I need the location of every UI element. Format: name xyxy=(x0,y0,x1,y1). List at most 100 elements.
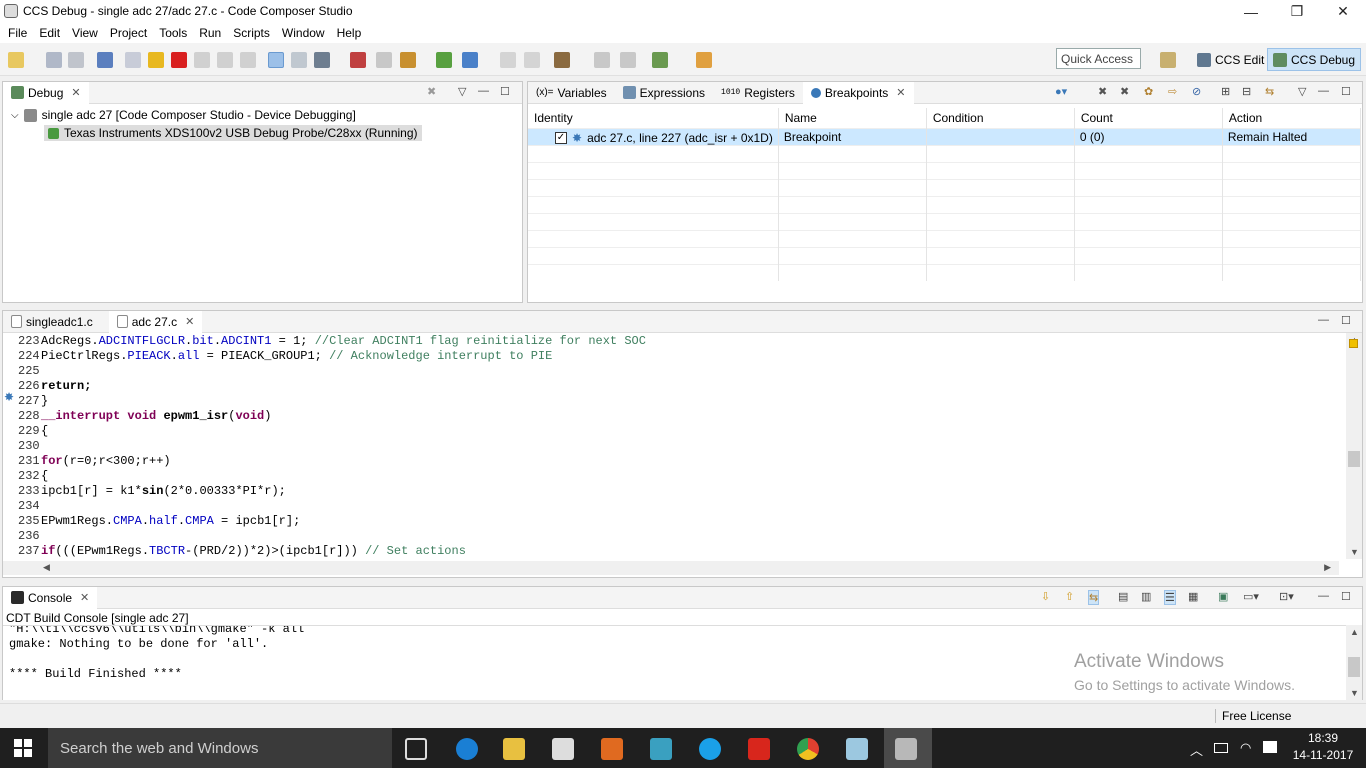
skip-all-breakpoints-icon[interactable]: ⊘ xyxy=(1192,85,1201,98)
minimize-icon[interactable]: — xyxy=(1228,0,1274,23)
debug-settings-icon[interactable] xyxy=(652,52,668,68)
task-view-icon[interactable] xyxy=(405,738,427,760)
column-header-name[interactable]: Name xyxy=(778,108,927,128)
build-icon[interactable] xyxy=(554,52,570,68)
open-perspective-icon[interactable] xyxy=(1160,52,1176,68)
tab-debug[interactable]: Debug ✕ xyxy=(3,81,89,104)
minimize-view-icon[interactable]: — xyxy=(1318,590,1329,602)
edge-icon[interactable] xyxy=(456,738,478,760)
step-return-icon[interactable] xyxy=(240,52,256,68)
skip-breakpoints-icon[interactable] xyxy=(376,52,392,68)
remove-breakpoint-icon[interactable] xyxy=(350,52,366,68)
clock[interactable]: 18:39 14-11-2017 xyxy=(1292,731,1354,762)
notification-icon[interactable] xyxy=(1263,741,1277,753)
view-menu-icon[interactable]: ▽ xyxy=(458,85,466,98)
scroll-up-icon[interactable]: ⇧ xyxy=(1065,590,1074,603)
tab-singleadc1[interactable]: singleadc1.c xyxy=(3,311,101,333)
breakpoint-checkbox[interactable]: ✓ xyxy=(555,131,567,144)
maximize-view-icon[interactable]: ☐ xyxy=(1341,590,1351,603)
ccs-app-icon[interactable] xyxy=(650,738,672,760)
view-menu-icon[interactable]: ▽ xyxy=(1298,85,1306,98)
close-icon[interactable]: ✕ xyxy=(896,86,905,99)
maximize-view-icon[interactable]: ☐ xyxy=(500,85,510,98)
close-icon[interactable]: ✕ xyxy=(71,86,80,99)
debug-config-icon[interactable] xyxy=(400,52,416,68)
clear-console-icon[interactable]: ▤ xyxy=(1118,590,1128,603)
column-header-count[interactable]: Count xyxy=(1074,108,1223,128)
new-icon[interactable] xyxy=(8,52,24,68)
remove-all-icon[interactable]: ✖ xyxy=(1120,85,1129,98)
load-program-icon[interactable] xyxy=(314,52,330,68)
matlab-icon[interactable] xyxy=(601,738,623,760)
terminal-icon[interactable] xyxy=(97,52,113,68)
tab-adc27[interactable]: adc 27.c ✕ xyxy=(108,310,203,333)
tab-console[interactable]: Console ✕ xyxy=(3,586,98,609)
perspective-ccs-edit[interactable]: CCS Edit xyxy=(1192,48,1269,71)
word-wrap-icon[interactable]: ▥ xyxy=(1141,590,1151,603)
chrome-icon[interactable] xyxy=(797,738,819,760)
tab-breakpoints[interactable]: Breakpoints ✕ xyxy=(802,81,914,104)
close-icon[interactable]: ✕ xyxy=(185,315,194,328)
menu-project[interactable]: Project xyxy=(104,26,153,40)
close-icon[interactable]: ✕ xyxy=(1320,0,1366,23)
maximize-view-icon[interactable]: ☐ xyxy=(1341,85,1351,98)
wifi-icon[interactable]: ◠ xyxy=(1240,740,1251,756)
quick-access-input[interactable]: Quick Access xyxy=(1056,48,1141,69)
menu-run[interactable]: Run xyxy=(193,26,227,40)
editor-vertical-scrollbar[interactable]: ▲ ▼ xyxy=(1346,333,1362,559)
ccs-studio-icon[interactable] xyxy=(895,738,917,760)
add-breakpoint-icon[interactable]: ●▾ xyxy=(1055,85,1067,98)
tab-expressions[interactable]: Expressions xyxy=(615,82,713,104)
menu-edit[interactable]: Edit xyxy=(33,26,66,40)
next-annotation-icon[interactable] xyxy=(524,52,540,68)
tab-variables[interactable]: (x)= Variables xyxy=(528,82,615,104)
scroll-down-icon[interactable]: ⇩ xyxy=(1041,590,1050,603)
link-with-debug-icon[interactable]: ⇆ xyxy=(1265,85,1274,98)
notes-icon[interactable] xyxy=(846,738,868,760)
scroll-thumb[interactable] xyxy=(1348,657,1360,677)
menu-help[interactable]: Help xyxy=(331,26,368,40)
menu-window[interactable]: Window xyxy=(276,26,331,40)
remove-selected-icon[interactable]: ✖ xyxy=(1098,85,1107,98)
store-icon[interactable] xyxy=(552,738,574,760)
menu-view[interactable]: View xyxy=(66,26,104,40)
menu-file[interactable]: File xyxy=(2,26,33,40)
pin-icon[interactable] xyxy=(696,52,712,68)
restore-icon[interactable]: ❐ xyxy=(1274,0,1320,23)
column-header-condition[interactable]: Condition xyxy=(926,108,1075,128)
console-vertical-scrollbar[interactable]: ▲ ▼ xyxy=(1346,625,1362,700)
chevron-up-icon[interactable]: ︿ xyxy=(1190,740,1203,759)
resume-icon[interactable] xyxy=(125,52,141,68)
file-explorer-icon[interactable] xyxy=(503,738,525,760)
show-supported-icon[interactable]: ✿ xyxy=(1144,85,1153,98)
column-header-action[interactable]: Action xyxy=(1222,108,1362,128)
run-icon[interactable] xyxy=(436,52,452,68)
code-area[interactable]: 223 AdcRegs.ADCINTFLGCLR.bit.ADCINT1 = 1;… xyxy=(3,333,1339,557)
go-to-file-icon[interactable]: ⇨ xyxy=(1168,85,1177,98)
taskbar-search-input[interactable]: Search the web and Windows xyxy=(48,728,392,768)
menu-tools[interactable]: Tools xyxy=(153,26,193,40)
menu-scripts[interactable]: Scripts xyxy=(227,26,276,40)
save-icon[interactable] xyxy=(46,52,62,68)
minimize-view-icon[interactable]: — xyxy=(478,85,489,97)
scroll-thumb[interactable] xyxy=(1348,451,1360,467)
show-console-icon[interactable]: ☰ xyxy=(1164,590,1176,605)
acrobat-icon[interactable] xyxy=(748,738,770,760)
skype-icon[interactable] xyxy=(699,738,721,760)
display-console-icon[interactable]: ▭▾ xyxy=(1243,590,1259,603)
chevron-down-icon[interactable]: ⌵ xyxy=(11,110,19,121)
external-tools-icon[interactable] xyxy=(462,52,478,68)
open-console-icon[interactable]: ▣ xyxy=(1218,590,1228,603)
minimize-view-icon[interactable]: — xyxy=(1318,85,1329,97)
previous-annotation-icon[interactable] xyxy=(500,52,516,68)
table-row[interactable]: ✓ ✸ adc 27.c, line 227 (adc_isr + 0x1D) … xyxy=(528,127,1362,145)
column-header-identity[interactable]: Identity xyxy=(528,108,779,128)
close-icon[interactable]: ✕ xyxy=(80,591,89,604)
new-console-icon[interactable]: ⊡▾ xyxy=(1279,590,1294,603)
tree-item-target[interactable]: Texas Instruments XDS100v2 USB Debug Pro… xyxy=(44,125,422,141)
tab-registers[interactable]: 1010 Registers xyxy=(713,82,803,104)
minimize-view-icon[interactable]: — xyxy=(1318,314,1329,326)
suspend-icon[interactable] xyxy=(148,52,164,68)
connect-icon[interactable] xyxy=(291,52,307,68)
scroll-lock-icon[interactable]: ⇆ xyxy=(1088,590,1100,605)
